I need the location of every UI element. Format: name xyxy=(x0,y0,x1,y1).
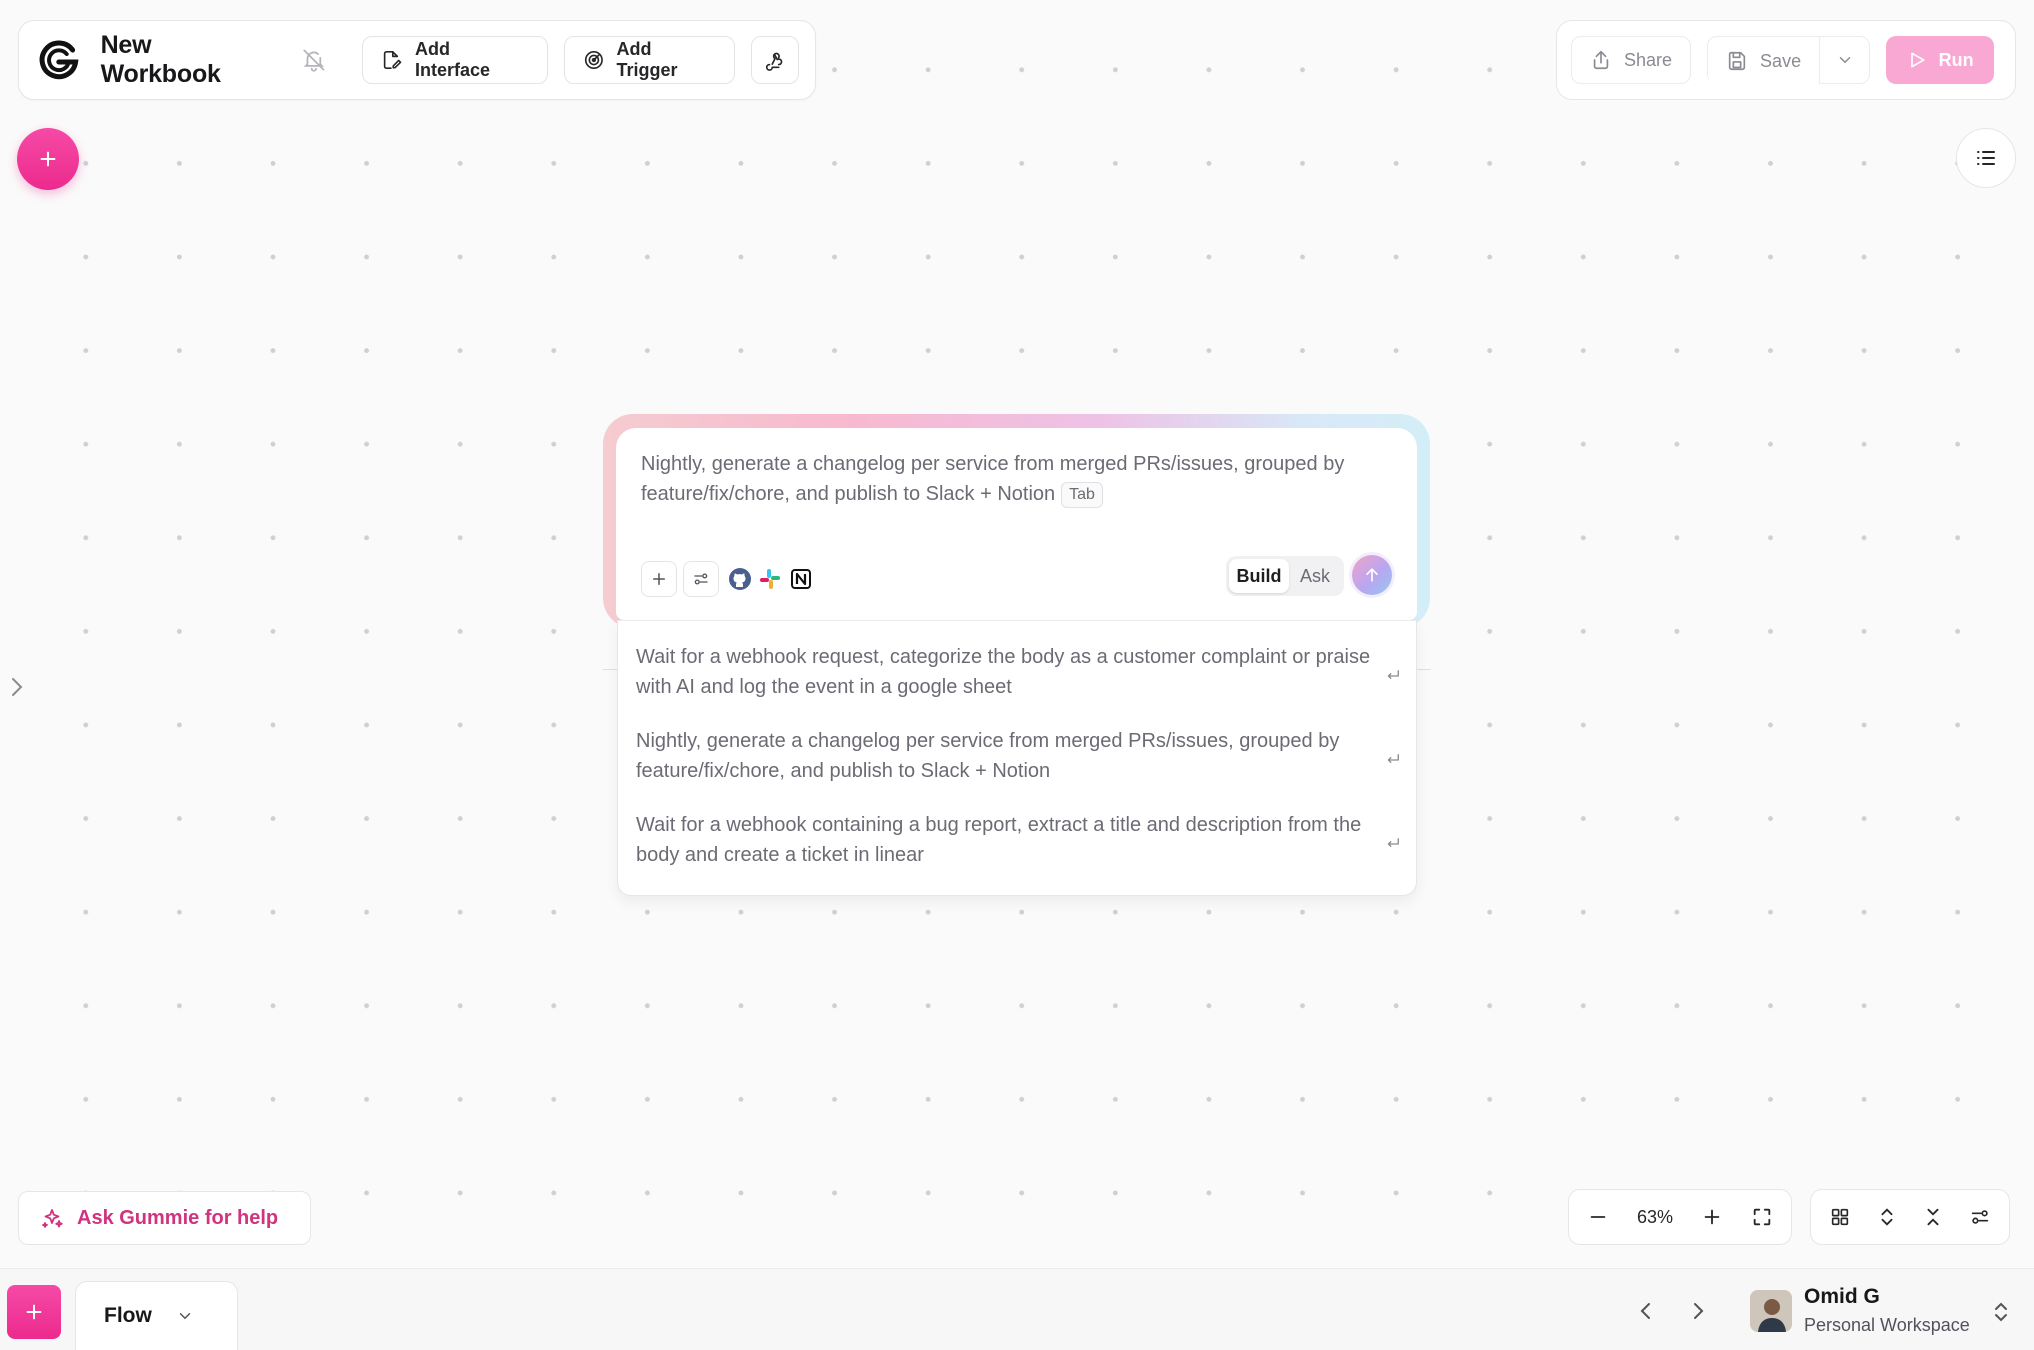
workspace-name[interactable]: Personal Workspace xyxy=(1804,1315,1970,1336)
workbook-title[interactable]: New Workbook xyxy=(101,31,277,89)
plus-icon xyxy=(653,573,665,585)
prompt-input[interactable]: Nightly, generate a changelog per servic… xyxy=(641,449,1401,509)
app-logo-icon[interactable] xyxy=(37,38,81,82)
share-button[interactable]: Share xyxy=(1571,36,1692,84)
notion-icon[interactable] xyxy=(789,567,813,591)
save-label: Save xyxy=(1760,50,1802,71)
flow-tab-label: Flow xyxy=(104,1304,152,1327)
suggestions-list: Wait for a webhook request, categorize t… xyxy=(617,620,1417,896)
add-tab-button[interactable] xyxy=(7,1285,61,1339)
suggestion-item[interactable]: Wait for a webhook request, categorize t… xyxy=(636,642,1376,702)
connector-line xyxy=(603,669,617,670)
zoom-controls: 63% xyxy=(1568,1189,1792,1245)
add-node-button[interactable] xyxy=(17,128,79,190)
expand-panel-chevron-icon[interactable] xyxy=(5,672,29,702)
zoom-in-icon[interactable] xyxy=(1701,1206,1723,1228)
enter-key-icon xyxy=(1387,838,1399,847)
save-button[interactable]: Save xyxy=(1708,37,1820,85)
run-label: Run xyxy=(1938,49,1974,70)
save-button-group: Save xyxy=(1707,36,1871,85)
enter-key-icon xyxy=(1387,754,1399,763)
chevron-right-icon[interactable] xyxy=(1686,1299,1710,1323)
webhook-icon xyxy=(766,52,783,71)
zoom-out-icon[interactable] xyxy=(1587,1206,1609,1228)
settings-sliders-button[interactable] xyxy=(683,561,719,597)
expand-vertical-icon[interactable] xyxy=(1876,1206,1898,1228)
grid-icon[interactable] xyxy=(1829,1206,1851,1228)
tab-flow[interactable]: Flow xyxy=(75,1281,238,1350)
fit-view-icon[interactable] xyxy=(1751,1206,1773,1228)
share-label: Share xyxy=(1624,49,1673,70)
add-trigger-label: Add Trigger xyxy=(616,39,678,80)
mode-build-tab[interactable]: Build xyxy=(1229,559,1289,593)
chevron-left-icon[interactable] xyxy=(1634,1299,1658,1323)
chevrons-up-down-icon[interactable] xyxy=(1990,1299,2012,1325)
plus-icon xyxy=(26,1304,42,1320)
mode-ask-tab[interactable]: Ask xyxy=(1289,566,1341,587)
attach-button[interactable] xyxy=(641,561,677,597)
sliders-icon[interactable] xyxy=(1969,1206,1991,1228)
avatar[interactable] xyxy=(1750,1290,1792,1332)
list-icon xyxy=(1977,151,1995,165)
radar-icon xyxy=(584,51,603,69)
save-icon xyxy=(1728,51,1746,71)
add-interface-button[interactable]: Add Interface xyxy=(362,36,548,84)
webhook-button[interactable] xyxy=(751,36,799,84)
ask-gummie-button[interactable]: Ask Gummie for help xyxy=(18,1191,311,1245)
enter-key-icon xyxy=(1387,670,1399,679)
ask-gummie-label: Ask Gummie for help xyxy=(77,1206,279,1229)
arrow-up-icon xyxy=(1366,568,1378,582)
view-controls xyxy=(1810,1189,2010,1245)
github-icon[interactable] xyxy=(728,567,752,591)
plus-icon xyxy=(40,151,56,167)
file-pen-icon xyxy=(384,51,402,69)
share-icon xyxy=(1593,50,1609,70)
actions-toolbar: Share Save Run xyxy=(1556,20,2016,100)
sparkles-icon xyxy=(42,1209,63,1228)
sliders-icon xyxy=(694,573,708,585)
tab-hint-badge: Tab xyxy=(1061,482,1103,508)
bell-off-icon[interactable] xyxy=(301,47,327,73)
user-name[interactable]: Omid G xyxy=(1804,1285,1880,1309)
send-button[interactable] xyxy=(1352,555,1392,595)
suggestion-item[interactable]: Nightly, generate a changelog per servic… xyxy=(636,726,1376,786)
collapse-vertical-icon[interactable] xyxy=(1922,1206,1944,1228)
chevron-down-icon[interactable] xyxy=(176,1307,194,1325)
add-interface-label: Add Interface xyxy=(415,39,491,80)
add-trigger-button[interactable]: Add Trigger xyxy=(563,36,736,84)
slack-icon[interactable] xyxy=(758,567,782,591)
zoom-level[interactable]: 63% xyxy=(1637,1207,1673,1228)
prompt-text: Nightly, generate a changelog per servic… xyxy=(641,453,1345,505)
run-button[interactable]: Run xyxy=(1886,36,1995,84)
suggestion-item[interactable]: Wait for a webhook containing a bug repo… xyxy=(636,810,1376,870)
workbook-toolbar: New Workbook Add Interface Add Trigger xyxy=(18,20,816,100)
connector-line xyxy=(1417,669,1431,670)
mode-toggle: Build Ask xyxy=(1226,556,1344,596)
save-options-button[interactable] xyxy=(1819,37,1869,83)
bottom-bar xyxy=(0,1268,2034,1350)
play-icon xyxy=(1910,52,1925,68)
chevron-down-icon xyxy=(1839,57,1850,64)
outline-list-button[interactable] xyxy=(1956,128,2016,188)
user-avatar-icon xyxy=(1750,1290,1792,1332)
